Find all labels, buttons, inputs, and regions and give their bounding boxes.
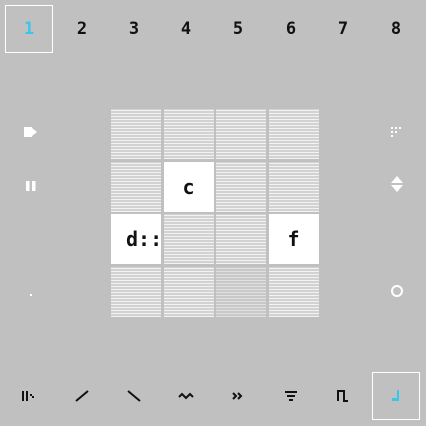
- pad-label: [164, 267, 214, 317]
- pad-cell[interactable]: [268, 109, 319, 159]
- pad-label: [269, 109, 319, 159]
- pad-label: [111, 162, 161, 212]
- pad-label: [216, 109, 266, 159]
- wave-tool-icon[interactable]: [162, 372, 210, 420]
- pad-cell[interactable]: [216, 214, 266, 264]
- tab-5-label: 5: [232, 19, 244, 39]
- tab-5[interactable]: 5: [214, 5, 262, 53]
- pad-label: d::: [126, 227, 163, 251]
- pad-cell[interactable]: [163, 109, 214, 159]
- tab-4[interactable]: 4: [162, 5, 210, 53]
- tab-7[interactable]: 7: [319, 5, 367, 53]
- tab-6-label: 6: [285, 19, 297, 39]
- dot-icon[interactable]: [19, 283, 43, 307]
- pad-cell[interactable]: [163, 266, 214, 317]
- pad-label: f: [287, 227, 300, 251]
- tab-3[interactable]: 3: [110, 5, 158, 53]
- dots-grid-icon[interactable]: [385, 120, 409, 144]
- pad-label: [111, 267, 161, 317]
- pad-cell[interactable]: [111, 161, 161, 212]
- pad-cell[interactable]: [268, 161, 319, 212]
- pad-cell[interactable]: [163, 214, 214, 264]
- tab-8-label: 8: [390, 19, 402, 39]
- tab-4-label: 4: [180, 19, 192, 39]
- pad-cell-f[interactable]: f: [268, 214, 319, 264]
- tab-8[interactable]: 8: [372, 5, 420, 53]
- tab-2-label: 2: [76, 19, 88, 39]
- pad-label: [216, 162, 266, 212]
- filter-tool-icon[interactable]: [267, 372, 315, 420]
- tab-7-label: 7: [337, 19, 349, 39]
- pulse-tool-icon[interactable]: [319, 372, 367, 420]
- play-icon[interactable]: [19, 120, 43, 144]
- up-down-arrows-icon[interactable]: [385, 172, 409, 196]
- pad-label: c: [182, 174, 195, 199]
- pad-label: [216, 267, 266, 317]
- pad-cell-c[interactable]: c: [163, 161, 214, 212]
- pad-cell-d[interactable]: d::: [111, 214, 163, 264]
- tab-6[interactable]: 6: [267, 5, 315, 53]
- bars-tool-icon[interactable]: [5, 372, 53, 420]
- tab-3-label: 3: [128, 19, 140, 39]
- line-up-tool-icon[interactable]: [58, 372, 106, 420]
- tab-2[interactable]: 2: [58, 5, 106, 53]
- pad-label: [216, 214, 266, 264]
- pad-label: [164, 109, 214, 159]
- pad-label: [164, 214, 214, 264]
- fast-forward-tool-icon[interactable]: [214, 372, 262, 420]
- pause-icon[interactable]: [19, 174, 43, 198]
- pad-cell[interactable]: [216, 161, 266, 212]
- pad-cell[interactable]: [268, 266, 319, 317]
- pad-label: [269, 267, 319, 317]
- pad-label: [111, 109, 161, 159]
- pad-cell[interactable]: [111, 266, 161, 317]
- pad-grid: c d:: f: [110, 108, 320, 318]
- tab-1[interactable]: 1: [5, 5, 53, 53]
- pad-label: [269, 162, 319, 212]
- line-down-tool-icon[interactable]: [110, 372, 158, 420]
- tab-1-label: 1: [23, 19, 35, 39]
- note-tool-icon[interactable]: [372, 372, 420, 420]
- pad-cell[interactable]: [216, 109, 266, 159]
- pad-cell[interactable]: [216, 266, 266, 317]
- pad-cell[interactable]: [111, 109, 161, 159]
- circle-icon[interactable]: [385, 279, 409, 303]
